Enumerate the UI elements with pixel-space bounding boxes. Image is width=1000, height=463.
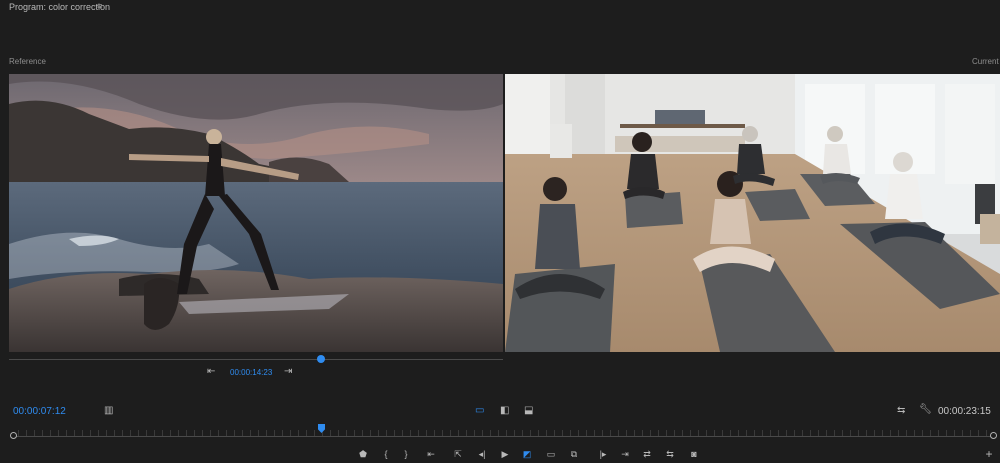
go-to-out-icon[interactable]: ⇥ bbox=[618, 449, 632, 459]
step-back-frame-icon[interactable]: ◂| bbox=[475, 449, 489, 459]
current-label: Current bbox=[972, 57, 999, 66]
insert-icon[interactable]: ⇄ bbox=[640, 449, 654, 459]
timeline-track[interactable] bbox=[13, 436, 994, 437]
current-image bbox=[505, 74, 1000, 352]
fit-icon[interactable]: ▥ bbox=[104, 406, 113, 416]
timeline-end-handle[interactable] bbox=[990, 432, 997, 439]
lift-icon[interactable]: ⇱ bbox=[451, 449, 465, 459]
reference-image bbox=[9, 74, 503, 352]
add-marker-icon[interactable]: ⬟ bbox=[356, 449, 370, 459]
step-forward-frame-icon[interactable]: |▸ bbox=[596, 449, 610, 459]
split-view-icon[interactable]: ◧ bbox=[500, 406, 509, 416]
comparison-toggle-icon[interactable]: ◩ bbox=[520, 449, 534, 459]
extract-icon[interactable]: ⇆ bbox=[663, 449, 677, 459]
reference-scrub-head[interactable] bbox=[317, 355, 325, 363]
timeline-start-handle[interactable] bbox=[10, 432, 17, 439]
reference-scrub-track[interactable] bbox=[9, 359, 503, 360]
camera-icon[interactable]: ◙ bbox=[687, 449, 701, 459]
mark-in-icon[interactable]: { bbox=[379, 449, 393, 459]
safe-margins-icon[interactable]: ▭ bbox=[544, 449, 558, 459]
playhead-timecode[interactable]: 00:00:07:12 bbox=[13, 406, 66, 417]
current-frame bbox=[505, 74, 1000, 352]
mark-out-icon[interactable]: } bbox=[399, 449, 413, 459]
step-back-icon[interactable]: ⇤ bbox=[207, 367, 215, 377]
comparison-view-icon[interactable]: ▭ bbox=[475, 406, 484, 416]
reference-timecode: 00:00:14:23 bbox=[230, 368, 273, 377]
add-button-icon[interactable]: + bbox=[982, 448, 996, 460]
step-forward-icon[interactable]: ⇥ bbox=[284, 367, 292, 377]
panel-title: Program: color correction bbox=[9, 2, 111, 12]
wrench-icon[interactable]: 🔧︎ bbox=[919, 405, 932, 415]
swap-icon[interactable]: ⇆ bbox=[897, 406, 905, 416]
reference-label: Reference bbox=[9, 57, 46, 66]
panel-header: Program: color correction ≡ bbox=[0, 0, 1000, 14]
go-to-in-icon[interactable]: ⇤ bbox=[424, 449, 438, 459]
hamburger-menu-icon[interactable]: ≡ bbox=[97, 1, 102, 11]
overwrite-icon[interactable]: ⧉ bbox=[567, 449, 581, 459]
duration-timecode: 00:00:23:15 bbox=[938, 406, 991, 417]
horizontal-split-icon[interactable]: ⬓ bbox=[524, 406, 533, 416]
reference-frame bbox=[9, 74, 503, 352]
play-icon[interactable]: ▶ bbox=[498, 449, 512, 459]
